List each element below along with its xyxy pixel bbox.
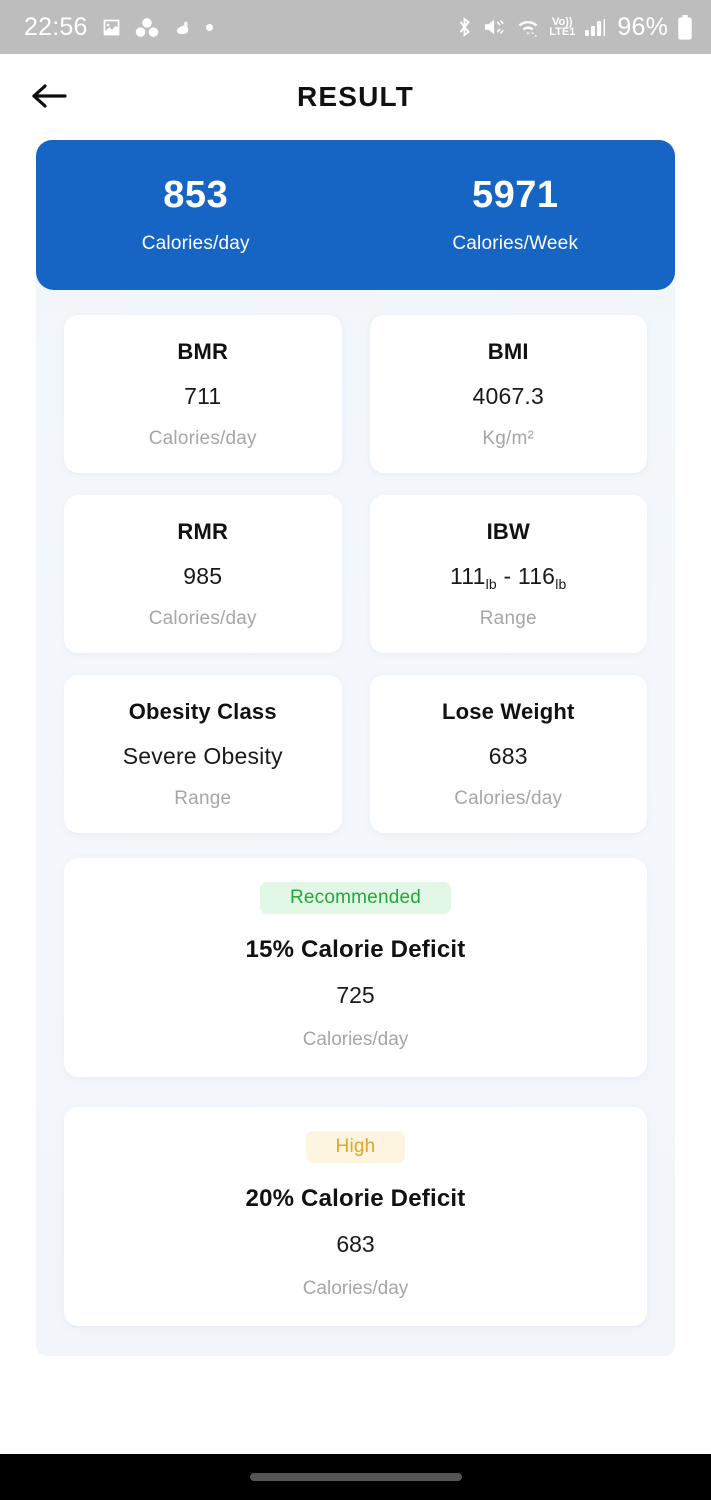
metric-card-rmr[interactable]: RMR 985 Calories/day (64, 495, 342, 653)
metric-cell-obesity-class: Obesity Class Severe Obesity Range (50, 664, 356, 844)
gesture-handle[interactable] (249, 1473, 462, 1481)
deficit-title: 15% Calorie Deficit (245, 936, 466, 963)
metric-cell-bmr: BMR 711 Calories/day (50, 304, 356, 484)
metric-grid: BMR 711 Calories/day BMI 4067.3 Kg/m² RM… (36, 290, 675, 844)
volte-bottom-label: LTE1 (549, 26, 576, 38)
deficit-section: Recommended 15% Calorie Deficit 725 Calo… (36, 844, 675, 1326)
metric-unit: Range (479, 607, 537, 629)
duck-icon (172, 17, 193, 38)
status-badge-high: High (305, 1131, 406, 1163)
metric-card-lose-weight[interactable]: Lose Weight 683 Calories/day (369, 675, 647, 833)
status-bar-left: 22:56 (24, 13, 213, 42)
metric-cell-rmr: RMR 985 Calories/day (50, 484, 356, 664)
summary-label: Calories/Week (452, 232, 579, 254)
metric-unit: Range (174, 787, 232, 809)
summary-item-calories-week: 5971 Calories/Week (356, 174, 676, 255)
ibw-high-value: 116 (517, 562, 556, 589)
metric-value: 683 (488, 742, 528, 769)
deficit-value: 683 (336, 1231, 375, 1257)
metric-card-bmr[interactable]: BMR 711 Calories/day (64, 315, 342, 473)
summary-item-calories-day: 853 Calories/day (36, 174, 356, 255)
metric-value: Severe Obesity (122, 742, 283, 769)
summary-banner: 853 Calories/day 5971 Calories/Week (36, 140, 675, 290)
metric-unit: Calories/day (148, 427, 257, 449)
ibw-high-unit: lb (555, 575, 567, 592)
deficit-spacer (64, 1077, 647, 1107)
system-navigation-bar (0, 1454, 711, 1500)
metric-unit: Kg/m² (482, 427, 535, 449)
signal-bars-icon (584, 16, 606, 38)
battery-icon (677, 14, 693, 40)
results-scroll-area[interactable]: 853 Calories/day 5971 Calories/Week BMR … (36, 140, 675, 1356)
metric-cell-ibw: IBW 111lb - 116lb Range (356, 484, 662, 664)
deficit-unit: Calories/day (302, 1278, 409, 1299)
metric-value: 985 (183, 562, 223, 589)
status-bar-right: Vo)) LTE1 96% (455, 13, 693, 42)
mute-icon (483, 16, 507, 38)
status-badge-recommended: Recommended (259, 882, 452, 914)
deficit-unit: Calories/day (302, 1029, 409, 1050)
arrow-left-icon (29, 82, 69, 113)
deficit-title: 20% Calorie Deficit (245, 1185, 466, 1212)
metric-card-bmi[interactable]: BMI 4067.3 Kg/m² (369, 315, 647, 473)
ibw-low-value: 111 (450, 562, 486, 589)
app-header: RESULT (0, 54, 711, 140)
deficit-value: 725 (336, 982, 375, 1008)
metric-title: RMR (177, 518, 229, 544)
wifi-icon (516, 16, 540, 38)
metric-value: 4067.3 (472, 382, 545, 409)
summary-value: 5971 (471, 174, 559, 217)
deficit-card-15-percent[interactable]: Recommended 15% Calorie Deficit 725 Calo… (64, 858, 647, 1077)
group-circles-icon (135, 17, 159, 38)
battery-percent-label: 96% (617, 12, 668, 41)
volte-lte1-icon: Vo)) LTE1 (549, 16, 576, 38)
metric-cell-bmi: BMI 4067.3 Kg/m² (356, 304, 662, 484)
metric-value-range: 111lb - 116lb (450, 562, 567, 592)
summary-value: 853 (163, 174, 229, 217)
metric-unit: Calories/day (148, 607, 257, 629)
metric-title: BMR (177, 338, 229, 364)
metric-title: Lose Weight (441, 698, 575, 724)
page-title: RESULT (296, 81, 415, 112)
metric-title: BMI (487, 338, 529, 364)
bluetooth-icon (455, 15, 474, 39)
metric-title: IBW (486, 518, 530, 544)
deficit-card-20-percent[interactable]: High 20% Calorie Deficit 683 Calories/da… (64, 1107, 647, 1326)
status-bar: 22:56 Vo)) LTE1 96% (0, 0, 711, 54)
status-time: 22:56 (24, 12, 88, 41)
back-button[interactable] (26, 74, 72, 120)
metric-title: Obesity Class (128, 698, 277, 724)
metric-cell-lose-weight: Lose Weight 683 Calories/day (356, 664, 662, 844)
metric-card-obesity-class[interactable]: Obesity Class Severe Obesity Range (64, 675, 342, 833)
metric-card-ibw[interactable]: IBW 111lb - 116lb Range (369, 495, 647, 653)
ibw-low-unit: lb (485, 575, 497, 592)
image-icon (101, 17, 122, 38)
summary-label: Calories/day (141, 232, 250, 254)
metric-value: 711 (184, 382, 222, 409)
metric-unit: Calories/day (454, 787, 563, 809)
ibw-range-separator: - (496, 562, 518, 589)
dot-icon (205, 23, 213, 31)
